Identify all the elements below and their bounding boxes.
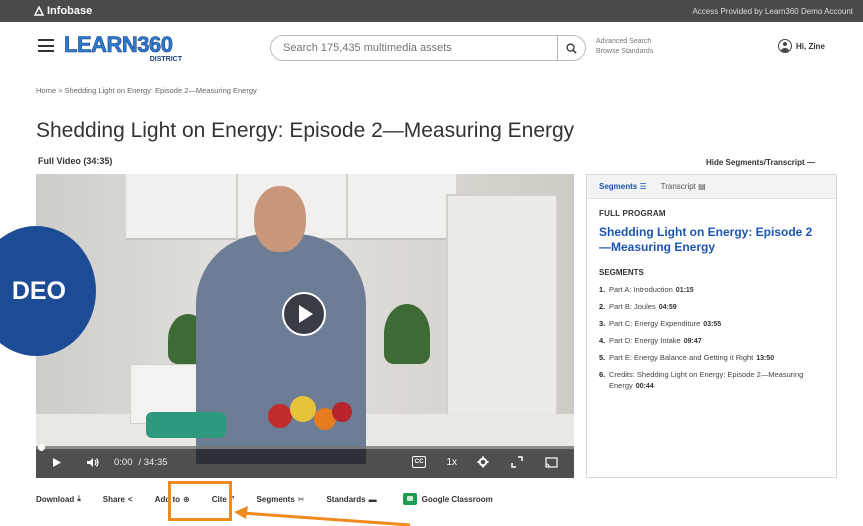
- highlight-box: [168, 481, 232, 521]
- learn360-logo[interactable]: LEARN360 DISTRICT: [64, 32, 194, 66]
- download-button[interactable]: Download ⤓: [36, 494, 81, 504]
- page-title: Shedding Light on Energy: Episode 2—Meas…: [36, 117, 596, 175]
- annotation-arrow-icon: [234, 506, 411, 526]
- infobase-logo-icon: [34, 6, 44, 16]
- volume-icon[interactable]: [86, 457, 100, 468]
- tab-segments[interactable]: Segments ☰: [599, 182, 647, 191]
- browse-standards-link[interactable]: Browse Standards: [596, 47, 653, 57]
- segment-title: Part D: Energy Intake: [609, 336, 681, 345]
- segment-title: Part C: Energy Expenditure: [609, 319, 701, 328]
- video-scene-banana: [290, 396, 316, 422]
- panel-tabs: Segments ☰ Transcript ▤: [587, 175, 836, 199]
- cast-icon[interactable]: [545, 456, 558, 468]
- share-button[interactable]: Share <: [103, 495, 133, 504]
- full-program-label: FULL PROGRAM: [599, 209, 666, 218]
- user-menu[interactable]: Hi, Zine: [778, 39, 825, 53]
- search-icon: [566, 42, 577, 54]
- document-icon: ▤: [698, 182, 706, 191]
- video-scene-presenter-head: [254, 186, 306, 252]
- segment-title: Part B: Joules: [609, 302, 656, 311]
- breadcrumb[interactable]: Home > Shedding Light on Energy: Episode…: [36, 86, 257, 95]
- search-input[interactable]: [271, 42, 557, 54]
- segment-item[interactable]: 2. Part B: Joules 04:59: [599, 301, 824, 313]
- tab-transcript-label: Transcript: [660, 182, 696, 191]
- brand-name: Infobase: [47, 5, 93, 17]
- video-scene-plant-right: [384, 304, 430, 364]
- program-title-link[interactable]: Shedding Light on Energy: Episode 2—Meas…: [599, 225, 824, 255]
- tab-transcript[interactable]: Transcript ▤: [661, 182, 706, 191]
- video-scene-dumbbell: [146, 412, 226, 438]
- segment-item[interactable]: 3. Part C: Energy Expenditure 03:55: [599, 318, 824, 330]
- progress-bar[interactable]: [36, 444, 574, 451]
- segment-number: 1.: [599, 285, 606, 294]
- segment-number: 3.: [599, 319, 606, 328]
- video-length-label: Full Video (34:35): [38, 156, 113, 166]
- access-provider-text: Access Provided by Learn360 Demo Account: [692, 6, 853, 16]
- hide-segments-label: Hide Segments/Transcript: [706, 158, 805, 167]
- tab-segments-label: Segments: [599, 182, 638, 191]
- segment-duration: 00:44: [635, 383, 654, 390]
- share-icon: <: [128, 494, 133, 504]
- dash-icon: —: [806, 158, 815, 167]
- google-classroom-button[interactable]: Google Classroom: [402, 493, 493, 505]
- segment-number: 2.: [599, 302, 606, 311]
- progress-handle[interactable]: [38, 444, 45, 451]
- avatar-icon: [778, 39, 792, 53]
- segment-duration: 09:47: [683, 338, 702, 345]
- download-icon: ⤓: [77, 494, 81, 503]
- settings-gear-icon[interactable]: [477, 456, 489, 468]
- current-time: 0:00: [114, 456, 133, 468]
- search-links: Advanced Search Browse Standards: [596, 37, 653, 57]
- video-scene-apple: [268, 404, 292, 428]
- search-bar: [270, 35, 586, 61]
- menu-icon[interactable]: [38, 39, 54, 52]
- fullscreen-icon[interactable]: [511, 456, 523, 468]
- infobase-brand[interactable]: Infobase: [34, 5, 92, 17]
- segment-duration: 13:50: [756, 355, 775, 362]
- logo-district: DISTRICT: [149, 56, 182, 63]
- segment-number: 4.: [599, 336, 606, 345]
- captions-button[interactable]: CC: [411, 456, 427, 468]
- play-button[interactable]: [282, 292, 326, 336]
- download-label: Download: [36, 494, 75, 504]
- segment-item[interactable]: 5. Part E: Energy Balance and Getting it …: [599, 352, 824, 364]
- segment-duration: 03:55: [703, 321, 722, 328]
- segment-title: Part A: Introduction: [609, 285, 673, 294]
- segment-item[interactable]: 4. Part D: Energy Intake 09:47: [599, 335, 824, 347]
- logo-text: LEARN360: [64, 32, 174, 58]
- segment-item[interactable]: 1. Part A: Introduction 01:15: [599, 284, 824, 296]
- page-title-text: Shedding Light on Energy: Episode 2—Meas…: [36, 119, 575, 142]
- segments-heading: SEGMENTS: [599, 268, 644, 277]
- panel-body: FULL PROGRAM Shedding Light on Energy: E…: [587, 199, 836, 407]
- segment-duration: 04:59: [658, 304, 677, 311]
- badge-text: DEO: [11, 276, 66, 305]
- video-scene-fruit: [332, 402, 352, 422]
- segment-duration: 01:15: [675, 287, 694, 294]
- advanced-search-link[interactable]: Advanced Search: [596, 37, 653, 47]
- segment-number: 6.: [599, 370, 606, 379]
- segment-list: 1. Part A: Introduction 01:15 2. Part B: Jo…: [599, 284, 824, 392]
- duration: / 34:35: [138, 456, 168, 468]
- share-label: Share: [102, 494, 125, 504]
- site-header: LEARN360 DISTRICT Advanced Search Browse…: [0, 22, 863, 74]
- user-greeting: Hi, Zine: [796, 41, 825, 51]
- play-icon[interactable]: [52, 457, 62, 468]
- google-classroom-label: Google Classroom: [421, 494, 493, 504]
- video-controls: 0:00 / 34:35 CC 1x: [36, 444, 574, 478]
- segment-title: Part E: Energy Balance and Getting it Ri…: [609, 353, 754, 362]
- top-bar: Infobase Access Provided by Learn360 Dem…: [0, 0, 863, 22]
- video-player[interactable]: 0:00 / 34:35 CC 1x: [36, 174, 574, 478]
- search-button[interactable]: [557, 36, 585, 60]
- segment-item[interactable]: 6. Credits: Shedding Light on Energy: Epi…: [599, 369, 824, 392]
- speed-button[interactable]: 1x: [446, 457, 457, 468]
- list-icon: ☰: [639, 182, 647, 191]
- segment-number: 5.: [599, 353, 606, 362]
- segments-panel: Segments ☰ Transcript ▤ FULL PROGRAM She…: [586, 174, 837, 478]
- hide-segments-toggle[interactable]: Hide Segments/Transcript —: [706, 158, 815, 167]
